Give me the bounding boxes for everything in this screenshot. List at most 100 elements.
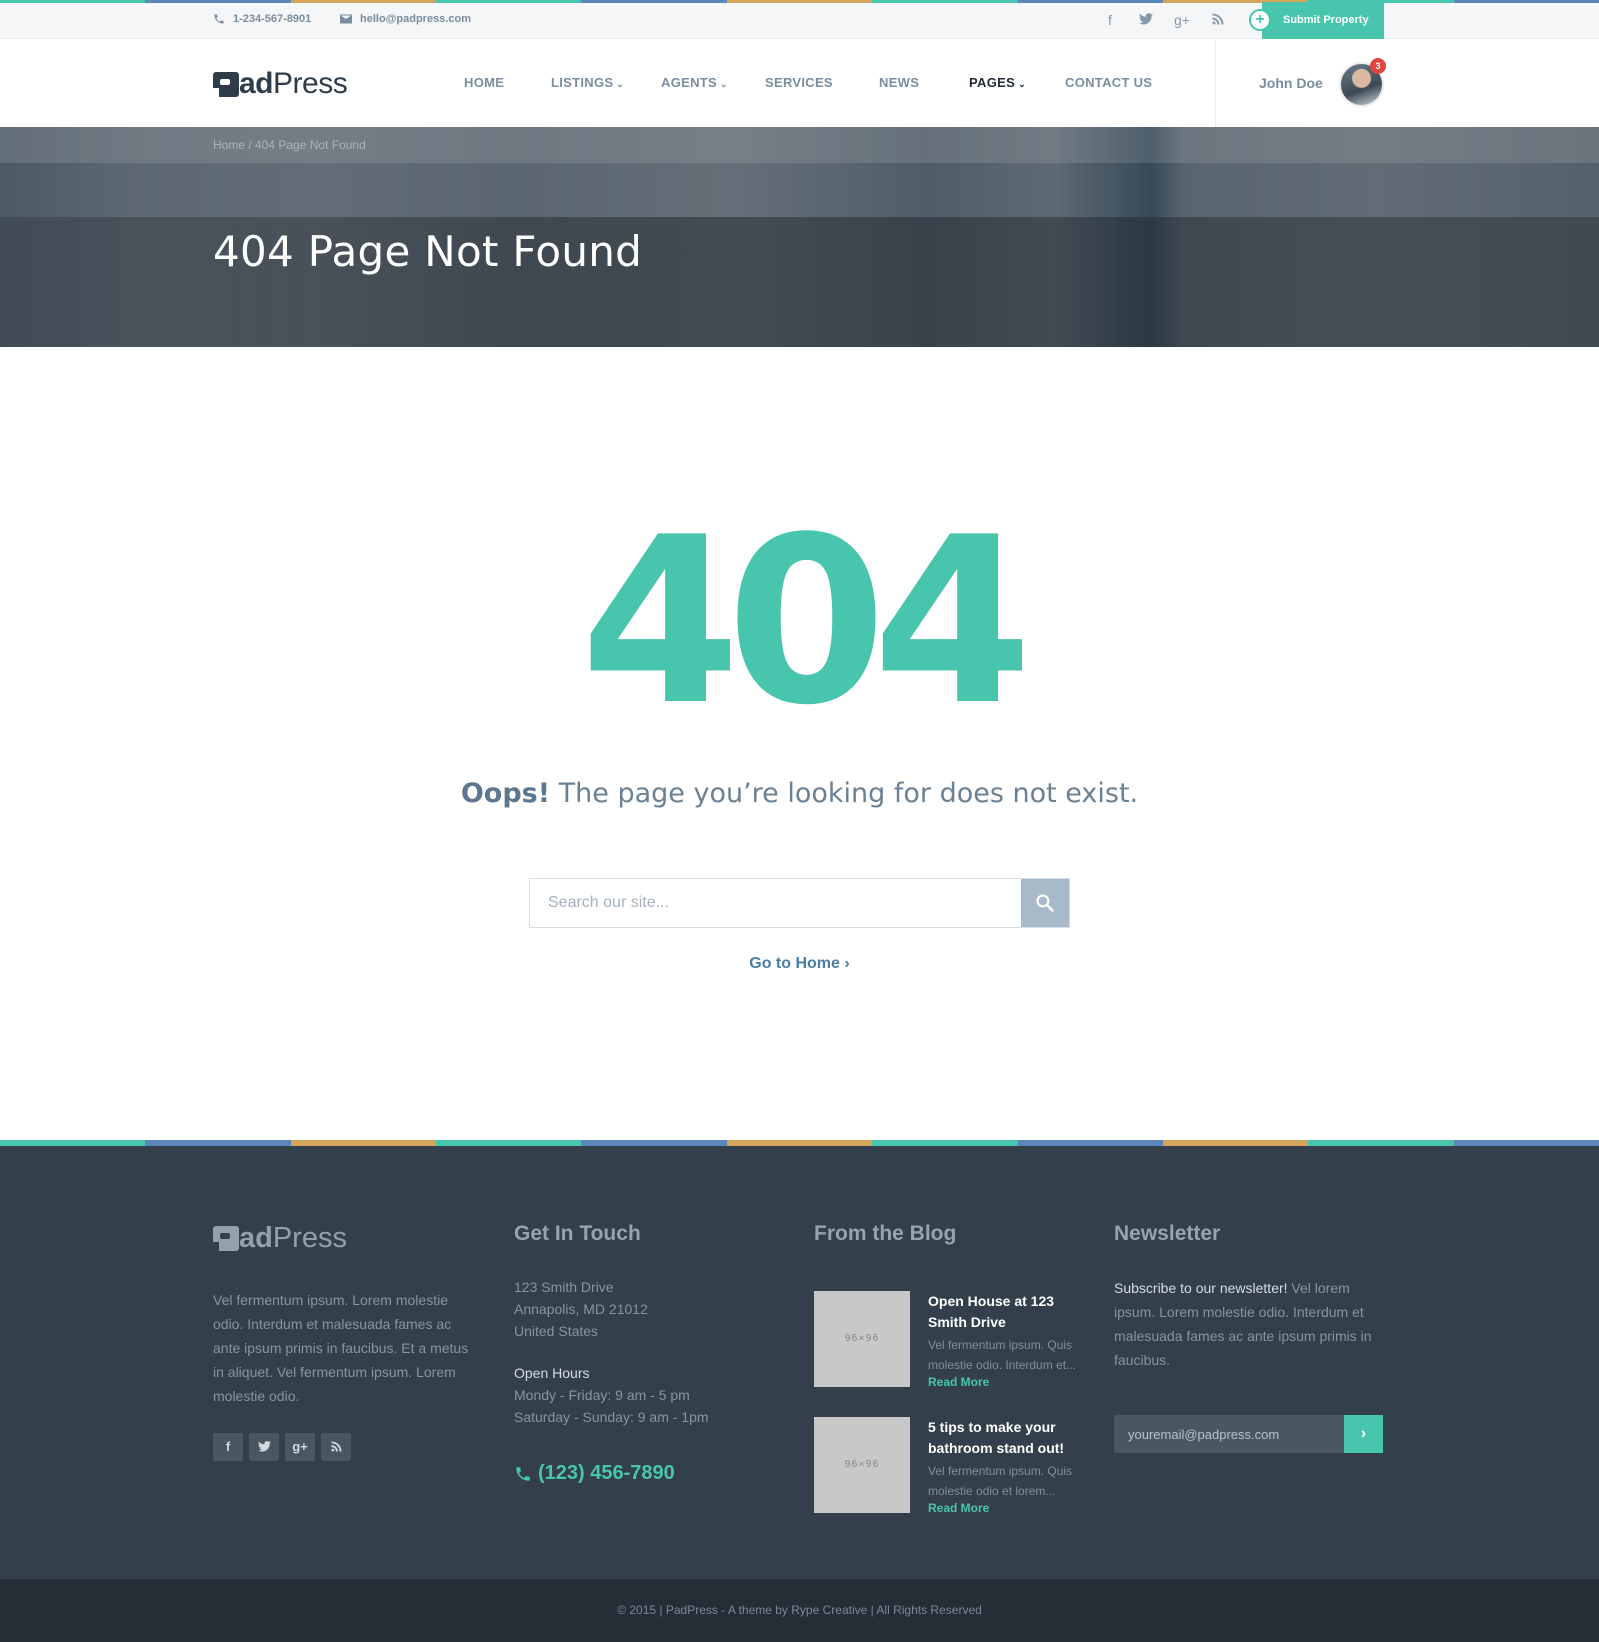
nav-item-pages[interactable]: PAGES ⌄ bbox=[969, 75, 1026, 90]
blog-excerpt: Vel fermentum ipsum. Quis molestie odio.… bbox=[928, 1338, 1077, 1372]
blog-title[interactable]: 5 tips to make your bathroom stand out! bbox=[928, 1417, 1088, 1459]
stripe-segment bbox=[0, 1140, 146, 1146]
stripe-segment bbox=[1453, 1140, 1599, 1146]
site-logo[interactable]: ad Press bbox=[213, 67, 348, 101]
stripe-segment bbox=[0, 0, 146, 3]
logo-text-bold: ad bbox=[239, 1222, 273, 1254]
topbar-social: f g+ bbox=[1092, 11, 1236, 29]
stripe-segment bbox=[581, 1140, 727, 1146]
envelope-icon bbox=[340, 14, 352, 24]
notification-badge[interactable]: 3 bbox=[1370, 58, 1386, 74]
newsletter-email-input[interactable] bbox=[1114, 1415, 1344, 1453]
stripe-segment bbox=[581, 0, 727, 3]
chevron-down-icon: ⌄ bbox=[616, 79, 625, 89]
hours-line: Saturday - Sunday: 9 am - 1pm bbox=[514, 1409, 709, 1425]
divider bbox=[1215, 39, 1216, 127]
stripe-segment bbox=[145, 1140, 291, 1146]
logo-text: Press bbox=[273, 67, 348, 100]
read-more-link[interactable]: Read More bbox=[928, 1375, 989, 1389]
twitter-icon[interactable] bbox=[249, 1433, 279, 1461]
blog-title[interactable]: Open House at 123 Smith Drive bbox=[928, 1291, 1088, 1333]
copyright-bar: © 2015 | PadPress - A theme by Rype Crea… bbox=[0, 1579, 1599, 1642]
contact-heading: Get In Touch bbox=[514, 1222, 641, 1245]
footer-logo[interactable]: ad Press bbox=[213, 1222, 347, 1255]
newsletter-heading: Newsletter bbox=[1114, 1222, 1221, 1245]
footer-contact: Get In Touch 123 Smith Drive Annapolis, … bbox=[514, 1222, 709, 1428]
phone-icon bbox=[516, 1466, 530, 1481]
stripe-segment bbox=[726, 0, 873, 3]
footer-social: f g+ bbox=[213, 1433, 351, 1461]
stripe-segment bbox=[872, 0, 1018, 3]
page-title: 404 Page Not Found bbox=[213, 227, 643, 276]
stripe-segment bbox=[1308, 1140, 1454, 1146]
logo-text-bold: ad bbox=[239, 67, 274, 100]
nav-item-news[interactable]: NEWS bbox=[879, 75, 919, 90]
stripe-segment bbox=[436, 1140, 582, 1146]
rss-icon[interactable] bbox=[1200, 11, 1236, 29]
main-header: ad Press HOME LISTINGS ⌄ AGENTS ⌄ SERVICES … bbox=[0, 39, 1599, 127]
nav-item-listings[interactable]: LISTINGS ⌄ bbox=[551, 75, 624, 90]
stripe-segment bbox=[872, 1140, 1018, 1146]
go-home-label: Go to Home bbox=[749, 955, 840, 972]
blog-post: 96×96 Open House at 123 Smith Drive Vel … bbox=[814, 1291, 1084, 1389]
google-plus-icon[interactable]: g+ bbox=[285, 1433, 315, 1461]
blog-excerpt: Vel fermentum ipsum. Quis molestie odio … bbox=[928, 1464, 1073, 1498]
hours-heading: Open Hours bbox=[514, 1365, 590, 1381]
nav-item-agents[interactable]: AGENTS ⌄ bbox=[661, 75, 728, 90]
footer-newsletter: Newsletter Subscribe to our newsletter! … bbox=[1114, 1222, 1384, 1372]
footer: ad Press Vel fermentum ipsum. Lorem moles… bbox=[0, 1140, 1599, 1579]
search-form bbox=[529, 878, 1070, 928]
email-contact[interactable]: hello@padpress.com bbox=[340, 13, 471, 25]
stripe-segment bbox=[1017, 1140, 1163, 1146]
error-message: Oops! The page you’re looking for does n… bbox=[0, 778, 1599, 809]
nav-item-services[interactable]: SERVICES bbox=[765, 75, 833, 90]
search-button[interactable] bbox=[1021, 879, 1069, 927]
error-code: 404 bbox=[580, 489, 1032, 756]
footer-phone[interactable]: (123) 456-7890 bbox=[514, 1462, 675, 1485]
twitter-icon[interactable] bbox=[1128, 11, 1164, 29]
address-line: 123 Smith Drive bbox=[514, 1279, 614, 1295]
blog-thumbnail[interactable]: 96×96 bbox=[814, 1291, 910, 1387]
nav-item-home[interactable]: HOME bbox=[464, 75, 504, 90]
read-more-link[interactable]: Read More bbox=[928, 1501, 989, 1515]
stripe-segment bbox=[145, 0, 291, 3]
error-message-bold: Oops! bbox=[460, 778, 551, 809]
user-name[interactable]: John Doe bbox=[1259, 75, 1323, 91]
stripe-segment bbox=[1017, 0, 1163, 3]
color-stripe bbox=[0, 1140, 1599, 1146]
stripe-segment bbox=[290, 0, 437, 3]
breadcrumb[interactable]: Home / 404 Page Not Found bbox=[213, 138, 366, 152]
top-bar: 1-234-567-8901 hello@padpress.com f g+ S… bbox=[0, 0, 1599, 39]
chevron-right-icon: › bbox=[844, 955, 850, 972]
page-hero: Home / 404 Page Not Found 404 Page Not F… bbox=[0, 127, 1599, 347]
stripe-segment bbox=[290, 1140, 437, 1146]
logo-text: Press bbox=[272, 1222, 347, 1254]
google-plus-icon[interactable]: g+ bbox=[1164, 11, 1200, 29]
search-icon bbox=[1036, 894, 1054, 912]
facebook-icon[interactable]: f bbox=[1092, 11, 1128, 29]
stripe-segment bbox=[436, 0, 582, 3]
blog-heading: From the Blog bbox=[814, 1222, 957, 1245]
blog-thumbnail[interactable]: 96×96 bbox=[814, 1417, 910, 1513]
chevron-down-icon: ⌄ bbox=[1018, 79, 1026, 89]
go-home-link[interactable]: Go to Home › bbox=[0, 955, 1599, 973]
blog-post: 96×96 5 tips to make your bathroom stand… bbox=[814, 1417, 1084, 1515]
chevron-down-icon: ⌄ bbox=[719, 79, 728, 89]
submit-property-button[interactable]: Submit Property bbox=[1262, 2, 1384, 39]
stripe-segment bbox=[1453, 0, 1599, 3]
phone-number: (123) 456-7890 bbox=[538, 1462, 675, 1484]
nav-item-contact[interactable]: CONTACT US bbox=[1065, 75, 1152, 90]
phone-contact[interactable]: 1-234-567-8901 bbox=[213, 13, 311, 25]
facebook-icon[interactable]: f bbox=[213, 1433, 243, 1461]
address-line: Annapolis, MD 21012 bbox=[514, 1301, 648, 1317]
hours-line: Mondy - Friday: 9 am - 5 pm bbox=[514, 1387, 690, 1403]
footer-about: Vel fermentum ipsum. Lorem molestie odio… bbox=[213, 1292, 469, 1404]
newsletter-text: Subscribe to our newsletter! Vel lorem i… bbox=[1114, 1280, 1372, 1368]
stripe-segment bbox=[726, 1140, 873, 1146]
logo-mark-icon bbox=[213, 1226, 239, 1251]
newsletter-submit-button[interactable]: › bbox=[1344, 1415, 1383, 1453]
plus-icon: + bbox=[1249, 9, 1271, 31]
error-message-text: The page you’re looking for does not exi… bbox=[550, 778, 1139, 809]
rss-icon[interactable] bbox=[321, 1433, 351, 1461]
search-input[interactable] bbox=[530, 879, 1022, 927]
